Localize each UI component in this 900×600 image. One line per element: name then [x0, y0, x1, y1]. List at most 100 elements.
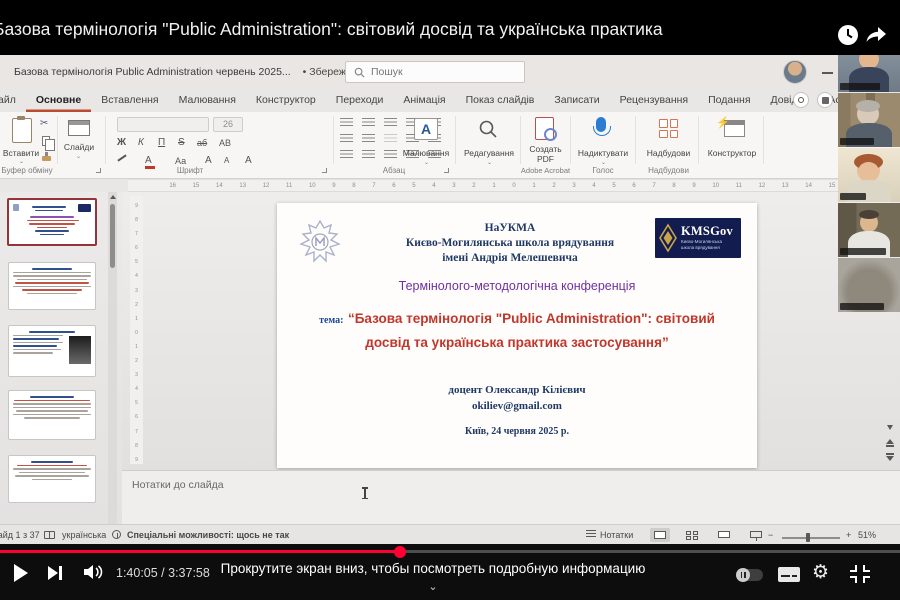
naukma-emblem	[297, 219, 343, 265]
paragraph-group-label: Абзац	[333, 166, 455, 175]
font-size-box[interactable]: 26	[213, 117, 243, 132]
tab-slideshow[interactable]: Показ слайдів	[456, 89, 545, 112]
author-email: okiliev@gmail.com	[277, 400, 757, 412]
slide-thumbnail-1[interactable]	[7, 198, 97, 246]
font-name-box[interactable]	[117, 117, 209, 132]
clipboard-dialog-launcher[interactable]	[96, 168, 101, 173]
zoom-out-button[interactable]: −	[768, 530, 773, 540]
tab-review[interactable]: Рецензування	[610, 89, 698, 112]
slide-canvas[interactable]: НаУКМА Києво-Могилянська школа врядуванн…	[277, 203, 757, 468]
kmsgov-logo: KMSGov Києво-Могилянська школа врядуванн…	[655, 218, 741, 258]
zoom-level[interactable]: 51%	[858, 530, 876, 540]
progress-handle[interactable]	[394, 546, 406, 558]
progress-fill	[0, 550, 400, 553]
organization-header: НаУКМА Києво-Могилянська школа врядуванн…	[365, 221, 655, 266]
underline-button[interactable]: П	[158, 136, 165, 150]
tab-home[interactable]: Основне	[26, 89, 91, 112]
copy-icon[interactable]	[42, 136, 50, 146]
tab-view[interactable]: Подання	[698, 89, 760, 112]
strikethrough-button[interactable]: S	[178, 136, 185, 150]
format-painter-icon[interactable]	[42, 156, 51, 161]
italic-button[interactable]: К	[138, 136, 144, 150]
thumbnail-scrollbar[interactable]	[108, 192, 117, 524]
slide-sorter-view-button[interactable]	[682, 528, 702, 542]
slide-thumbnail-5[interactable]	[8, 455, 96, 503]
bold-button[interactable]: Ж	[117, 136, 126, 150]
search-input[interactable]	[371, 66, 501, 78]
miniplayer-exit-icon[interactable]	[850, 565, 870, 583]
thumbnail-preview	[11, 331, 93, 354]
tab-file[interactable]: Файл	[0, 89, 26, 112]
clear-format-button[interactable]: А	[245, 154, 252, 168]
participant-name-badge	[840, 248, 886, 255]
shrink-font-button[interactable]: А	[224, 154, 229, 168]
addins-icon	[659, 119, 678, 138]
language-indicator[interactable]: українська	[62, 530, 106, 540]
lightning-icon: ⚡	[716, 116, 730, 129]
participant-video-strip	[838, 38, 900, 313]
share-icon[interactable]	[864, 23, 888, 47]
participant-name-badge	[840, 193, 866, 200]
tab-help[interactable]: Довідка	[761, 89, 819, 112]
participant-video-4[interactable]	[838, 203, 900, 257]
zoom-slider-thumb[interactable]	[806, 533, 810, 542]
text-cursor	[364, 487, 366, 499]
voice-group-label: Голос	[580, 166, 626, 175]
tab-design[interactable]: Конструктор	[246, 89, 326, 112]
conference-title: Термінолого-методологічна конференція	[277, 279, 757, 293]
settings-gear-icon[interactable]	[812, 561, 829, 583]
autoplay-toggle[interactable]	[737, 569, 763, 581]
accessibility-status[interactable]: Спеціальні можливості: щось не так	[127, 530, 289, 540]
pdf-icon	[535, 117, 554, 140]
city-date: Київ, 24 червня 2025 р.	[277, 426, 757, 437]
clipboard-group-label: Буфер обміну	[0, 166, 62, 175]
spellcheck-icon[interactable]	[44, 531, 55, 539]
font-dialog-launcher[interactable]	[322, 168, 327, 173]
progress-bar[interactable]	[0, 550, 900, 553]
tab-draw[interactable]: Малювання	[169, 89, 246, 112]
normal-view-button[interactable]	[650, 528, 670, 542]
participant-video-3[interactable]	[838, 148, 900, 202]
notes-pane[interactable]: Нотатки до слайда	[122, 470, 900, 524]
minimize-icon[interactable]	[822, 72, 833, 74]
paragraph-dialog-launcher[interactable]	[444, 168, 449, 173]
character-spacing-button[interactable]: АВ	[219, 136, 231, 150]
record-button[interactable]	[793, 92, 809, 108]
paste-icon[interactable]	[12, 118, 32, 143]
chevron-down-icon[interactable]	[0, 577, 866, 595]
participant-video-5[interactable]	[838, 258, 900, 312]
font-group-label: Шрифт	[160, 166, 220, 175]
slide-thumbnail-2[interactable]	[8, 262, 96, 310]
zoom-slider[interactable]	[782, 537, 840, 539]
text-shadow-button[interactable]: аб	[197, 136, 207, 150]
present-button[interactable]	[817, 92, 833, 108]
slideshow-button[interactable]	[746, 528, 766, 542]
notes-toggle[interactable]: Нотатки	[600, 530, 633, 540]
cut-icon[interactable]: ✂	[40, 118, 48, 129]
topic-label: тема:	[319, 315, 343, 326]
zoom-in-button[interactable]: +	[846, 530, 851, 540]
account-avatar[interactable]	[783, 60, 807, 84]
participant-video-2[interactable]	[838, 93, 900, 147]
slide-thumbnail-3[interactable]	[8, 325, 96, 377]
reading-view-button[interactable]	[714, 528, 734, 542]
tab-animations[interactable]: Анімація	[393, 89, 455, 112]
slide-indicator: Слайд 1 з 37	[0, 530, 40, 540]
previous-slide-button[interactable]	[884, 437, 896, 448]
author-name: доцент Олександр Кілієвич	[277, 384, 757, 396]
tab-insert[interactable]: Вставлення	[91, 89, 168, 112]
new-slide-icon[interactable]	[68, 120, 90, 136]
slide-thumbnail-4[interactable]	[8, 390, 96, 440]
vertical-ruler: 9 8 7 6 5 4 3 2 1 0 1 2 3 4 5 6 7 8 9	[130, 196, 143, 464]
search-box[interactable]	[345, 61, 525, 83]
tab-record[interactable]: Записати	[544, 89, 609, 112]
watch-later-icon[interactable]	[836, 23, 860, 47]
highlight-color-icon[interactable]	[117, 154, 126, 161]
subtitles-icon[interactable]	[778, 567, 800, 582]
scroll-down-icon[interactable]	[884, 423, 896, 431]
tab-transitions[interactable]: Переходи	[326, 89, 394, 112]
status-bar: Слайд 1 з 37 українська Спеціальні можли…	[0, 524, 900, 545]
slides-button[interactable]: Слайди	[58, 142, 100, 152]
document-title: Базова термінологія Public Administratio…	[14, 66, 291, 78]
next-slide-button[interactable]	[884, 452, 896, 463]
